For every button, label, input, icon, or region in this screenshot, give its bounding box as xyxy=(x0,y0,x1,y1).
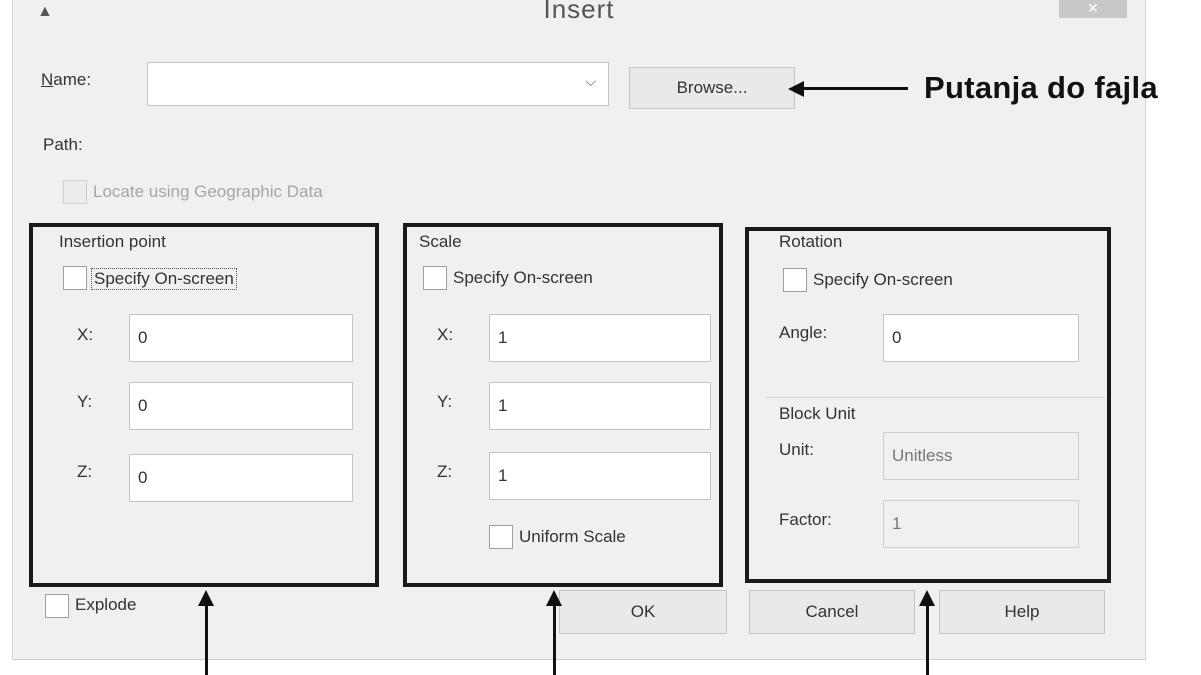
angle-input[interactable]: 0 xyxy=(883,314,1079,362)
insertion-specify-checkbox[interactable] xyxy=(63,266,87,290)
cancel-button[interactable]: Cancel xyxy=(749,590,915,634)
arrow-shaft xyxy=(205,604,208,675)
insertion-y-input[interactable]: 0 xyxy=(129,382,353,430)
scale-y-label: Y: xyxy=(437,392,453,411)
insertion-point-title: Insertion point xyxy=(59,232,166,251)
uniform-scale-label: Uniform Scale xyxy=(519,527,626,546)
scale-y-input[interactable]: 1 xyxy=(489,382,711,430)
explode-label: Explode xyxy=(75,595,137,614)
unit-value-field: Unitless xyxy=(883,432,1079,480)
insertion-y-label: Y: xyxy=(77,392,93,411)
insertion-z-input[interactable]: 0 xyxy=(129,454,353,502)
insertion-x-label: X: xyxy=(77,325,94,344)
geo-data-label: Locate using Geographic Data xyxy=(93,182,323,201)
rotation-specify-label: Specify On-screen xyxy=(813,270,953,289)
geo-data-checkbox[interactable] xyxy=(63,180,87,204)
annotation-note: Putanja do fajla xyxy=(924,70,1158,105)
arrow-shaft xyxy=(926,604,929,675)
scale-z-input[interactable]: 1 xyxy=(489,452,711,500)
factor-value-field: 1 xyxy=(883,500,1079,548)
rotation-specify-checkbox[interactable] xyxy=(783,268,807,292)
browse-button[interactable]: Browse... xyxy=(629,67,795,109)
explode-checkbox[interactable] xyxy=(45,594,69,618)
scale-x-input[interactable]: 1 xyxy=(489,314,711,362)
scale-specify-checkbox[interactable] xyxy=(423,266,447,290)
chevron-down-icon[interactable]: ⌵ xyxy=(585,73,596,90)
help-button[interactable]: Help xyxy=(939,590,1105,634)
scale-z-label: Z: xyxy=(437,462,453,481)
uniform-scale-checkbox[interactable] xyxy=(489,525,513,549)
scale-specify-label: Specify On-screen xyxy=(453,268,593,287)
insertion-z-label: Z: xyxy=(77,462,93,481)
ok-button[interactable]: OK xyxy=(559,590,727,634)
name-combobox[interactable]: ⌵ xyxy=(147,62,609,106)
close-button[interactable]: ✕ xyxy=(1059,0,1127,18)
block-unit-title: Block Unit xyxy=(779,404,856,423)
arrow-shaft xyxy=(802,87,908,90)
scale-x-label: X: xyxy=(437,325,454,344)
path-label: Path: xyxy=(43,135,83,154)
rotation-title: Rotation xyxy=(779,232,843,251)
unit-label: Unit: xyxy=(779,440,814,459)
factor-label: Factor: xyxy=(779,510,832,529)
insertion-specify-label: Specify On-screen xyxy=(91,268,237,290)
name-label: Name: xyxy=(41,70,92,89)
insertion-x-input[interactable]: 0 xyxy=(129,314,353,362)
angle-label: Angle: xyxy=(779,323,828,342)
arrow-shaft xyxy=(553,604,556,675)
block-unit-divider xyxy=(765,397,1105,398)
title-bar: ▲ Insert ✕ xyxy=(13,0,1145,30)
dialog-title: Insert xyxy=(543,0,615,24)
scale-title: Scale xyxy=(419,232,462,251)
